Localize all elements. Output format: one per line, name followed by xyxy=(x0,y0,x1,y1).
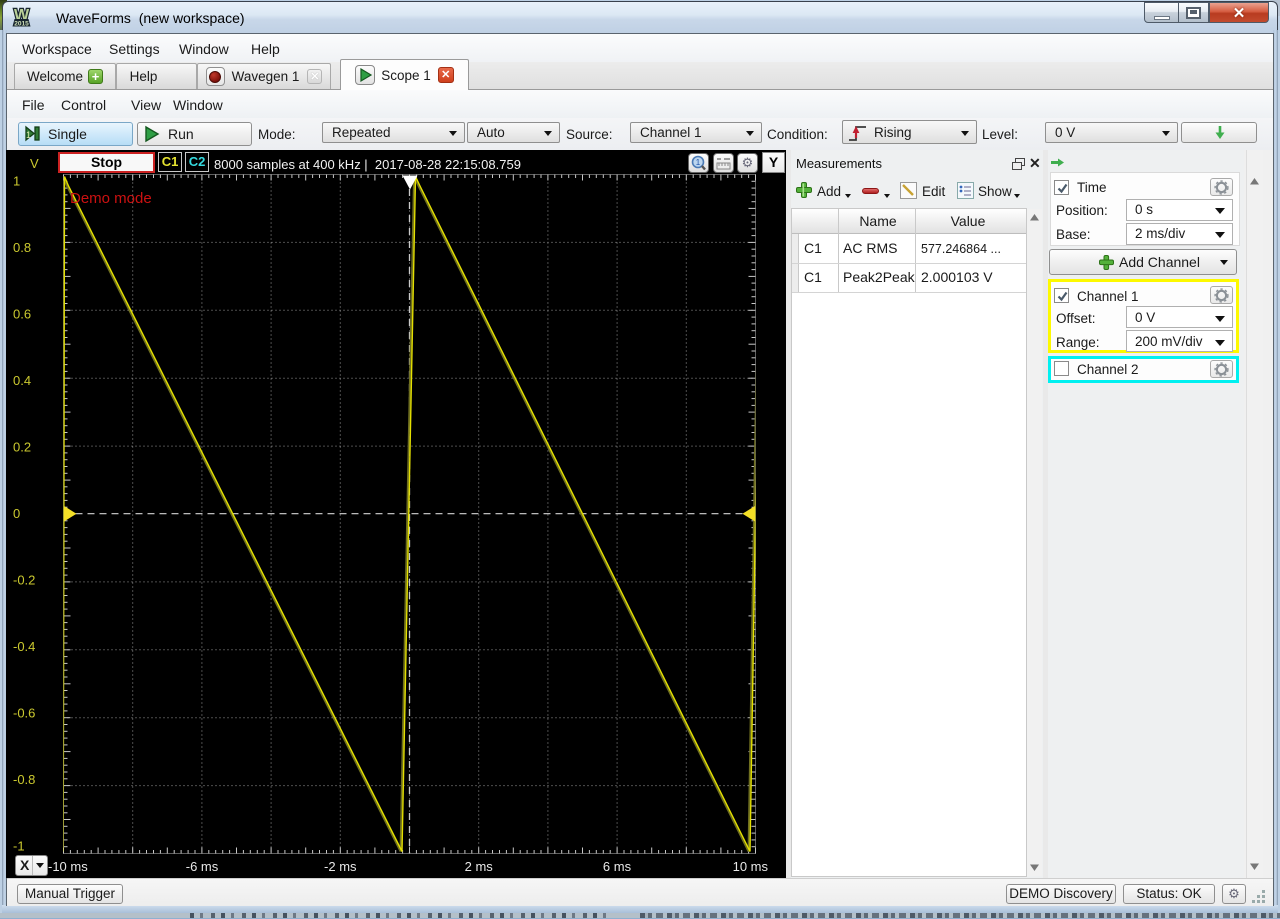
svg-text:-0.2: -0.2 xyxy=(13,573,35,588)
svg-text:0.6: 0.6 xyxy=(13,307,31,322)
svg-text:0.8: 0.8 xyxy=(13,240,31,255)
svg-text:0: 0 xyxy=(13,506,20,521)
svg-text:2015: 2015 xyxy=(14,20,29,27)
svg-text:-1: -1 xyxy=(13,839,25,854)
svg-text:V: V xyxy=(30,156,39,171)
svg-text:-10 ms: -10 ms xyxy=(48,859,88,874)
svg-text:1: 1 xyxy=(26,130,31,140)
svg-text:0.2: 0.2 xyxy=(13,440,31,455)
svg-text:0.4: 0.4 xyxy=(13,373,31,388)
svg-text:-2 ms: -2 ms xyxy=(324,859,357,874)
svg-text:6 ms: 6 ms xyxy=(603,859,632,874)
svg-text:-0.8: -0.8 xyxy=(13,772,35,787)
svg-text:10 ms: 10 ms xyxy=(733,859,769,874)
svg-text:2 ms: 2 ms xyxy=(465,859,494,874)
svg-text:1: 1 xyxy=(13,174,20,189)
svg-text:-0.6: -0.6 xyxy=(13,706,35,721)
svg-text:-0.4: -0.4 xyxy=(13,639,35,654)
svg-text:Demo mode: Demo mode xyxy=(70,190,152,207)
svg-text:-6 ms: -6 ms xyxy=(186,859,219,874)
